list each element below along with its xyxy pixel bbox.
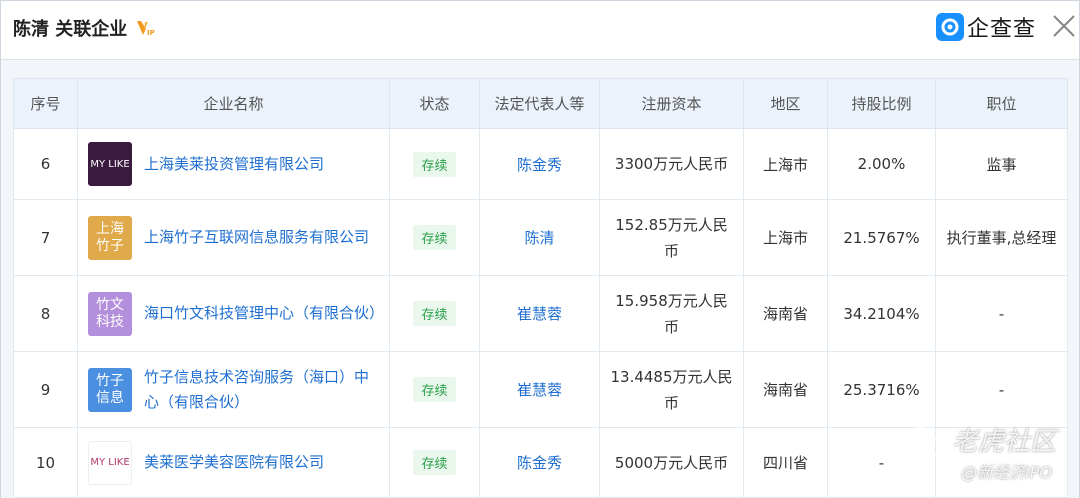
legal-rep-link[interactable]: 崔慧蓉 <box>517 305 562 323</box>
company-logo-text: MY LIKE <box>90 158 130 170</box>
table-row: 7 上海竹子 上海竹子互联网信息服务有限公司 存续 陈清 152.85万元人民币… <box>13 199 1068 276</box>
company-logo-text: MY LIKE <box>90 457 130 468</box>
table-header-row: 序号 企业名称 状态 法定代表人等 注册资本 地区 持股比例 职位 <box>13 78 1068 129</box>
company-cell: 竹文科技 海口竹文科技管理中心（有限合伙） <box>77 275 390 352</box>
status-cell: 存续 <box>389 128 480 200</box>
ratio-cell: 21.5767% <box>827 199 936 276</box>
region-cell: 四川省 <box>743 427 828 498</box>
company-name-link[interactable]: 美莱医学美容医院有限公司 <box>144 450 324 475</box>
column-header-index: 序号 <box>13 78 78 129</box>
company-cell: 竹子信息 竹子信息技术咨询服务（海口）中心（有限合伙） <box>77 351 390 428</box>
company-name-link[interactable]: 上海美莱投资管理有限公司 <box>144 152 324 177</box>
column-header-position: 职位 <box>935 78 1068 129</box>
ratio-cell: 25.3716% <box>827 351 936 428</box>
row-index: 10 <box>13 427 78 498</box>
legal-rep-link[interactable]: 陈清 <box>524 229 554 247</box>
company-logo: 竹子信息 <box>88 367 132 412</box>
capital-cell: 13.4485万元人民币 <box>599 351 744 428</box>
close-icon[interactable] <box>1051 13 1077 39</box>
legal-rep-cell: 陈清 <box>479 199 600 276</box>
status-badge: 存续 <box>413 377 456 402</box>
capital-cell: 152.85万元人民币 <box>599 199 744 276</box>
qichacha-logo-icon <box>936 13 964 41</box>
status-badge: 存续 <box>413 151 456 177</box>
status-cell: 存续 <box>389 275 480 352</box>
watermark: 老虎社区 @新经济IPO <box>906 421 1076 491</box>
company-cell: 上海竹子 上海竹子互联网信息服务有限公司 <box>77 199 390 276</box>
row-index: 6 <box>13 128 78 200</box>
company-name-link[interactable]: 竹子信息技术咨询服务（海口）中心（有限合伙） <box>144 365 379 415</box>
status-cell: 存续 <box>389 427 480 498</box>
wechat-icon <box>907 427 945 456</box>
region-cell: 海南省 <box>743 351 828 428</box>
region-cell: 海南省 <box>743 275 828 352</box>
table-row: 9 竹子信息 竹子信息技术咨询服务（海口）中心（有限合伙） 存续 崔慧蓉 13.… <box>13 351 1068 428</box>
column-header-company: 企业名称 <box>77 78 390 129</box>
company-logo-text: 上海竹子 <box>96 220 124 254</box>
legal-rep-cell: 崔慧蓉 <box>479 351 600 428</box>
watermark-line-2: @新经济IPO <box>961 463 1052 482</box>
status-badge: 存续 <box>413 225 456 250</box>
status-cell: 存续 <box>389 199 480 276</box>
company-logo-text: 竹子信息 <box>96 372 124 406</box>
capital-cell: 3300万元人民币 <box>599 128 744 200</box>
capital-cell: 15.958万元人民币 <box>599 275 744 352</box>
status-cell: 存续 <box>389 351 480 428</box>
ratio-cell: 34.2104% <box>827 275 936 352</box>
company-name-link[interactable]: 上海竹子互联网信息服务有限公司 <box>144 225 369 250</box>
company-logo: 竹文科技 <box>88 291 132 336</box>
company-name-link[interactable]: 海口竹文科技管理中心（有限合伙） <box>144 301 384 326</box>
company-logo: MY LIKE <box>88 440 132 485</box>
legal-rep-link[interactable]: 崔慧蓉 <box>517 381 562 399</box>
region-cell: 上海市 <box>743 128 828 200</box>
company-logo: MY LIKE <box>88 142 132 186</box>
position-cell: - <box>935 351 1068 428</box>
column-header-region: 地区 <box>743 78 828 129</box>
qichacha-logo: 企查查 <box>936 11 1036 43</box>
row-index: 9 <box>13 351 78 428</box>
company-logo: 上海竹子 <box>88 215 132 260</box>
legal-rep-cell: 崔慧蓉 <box>479 275 600 352</box>
row-index: 7 <box>13 199 78 276</box>
row-index: 8 <box>13 275 78 352</box>
vip-badge-icon: IP <box>135 18 155 38</box>
qichacha-logo-text: 企查查 <box>967 17 1037 42</box>
legal-rep-cell: 陈金秀 <box>479 128 600 200</box>
legal-rep-link[interactable]: 陈金秀 <box>517 454 562 472</box>
legal-rep-cell: 陈金秀 <box>479 427 600 498</box>
position-cell: 监事 <box>935 128 1068 200</box>
legal-rep-link[interactable]: 陈金秀 <box>517 156 562 174</box>
column-header-ratio: 持股比例 <box>827 78 936 129</box>
table-row: 8 竹文科技 海口竹文科技管理中心（有限合伙） 存续 崔慧蓉 15.958万元人… <box>13 275 1068 352</box>
position-cell: 执行董事,总经理 <box>935 199 1068 276</box>
position-cell: - <box>935 275 1068 352</box>
table-row: 6 MY LIKE 上海美莱投资管理有限公司 存续 陈金秀 3300万元人民币 … <box>13 128 1068 200</box>
page-title: 陈清 关联企业 IP <box>13 15 155 41</box>
company-cell: MY LIKE 上海美莱投资管理有限公司 <box>77 128 390 200</box>
svg-text:IP: IP <box>147 29 155 37</box>
watermark-line-1: 老虎社区 <box>952 427 1057 457</box>
ratio-cell: 2.00% <box>827 128 936 200</box>
company-cell: MY LIKE 美莱医学美容医院有限公司 <box>77 427 390 498</box>
column-header-legal-rep: 法定代表人等 <box>479 78 600 129</box>
page-title-text: 陈清 关联企业 <box>13 19 128 40</box>
column-header-capital: 注册资本 <box>599 78 744 129</box>
status-badge: 存续 <box>413 450 456 475</box>
capital-cell: 5000万元人民币 <box>599 427 744 498</box>
header-bar: 陈清 关联企业 IP 企查查 <box>1 1 1079 53</box>
company-logo-text: 竹文科技 <box>96 296 124 330</box>
column-header-status: 状态 <box>389 78 480 129</box>
region-cell: 上海市 <box>743 199 828 276</box>
status-badge: 存续 <box>413 301 456 326</box>
